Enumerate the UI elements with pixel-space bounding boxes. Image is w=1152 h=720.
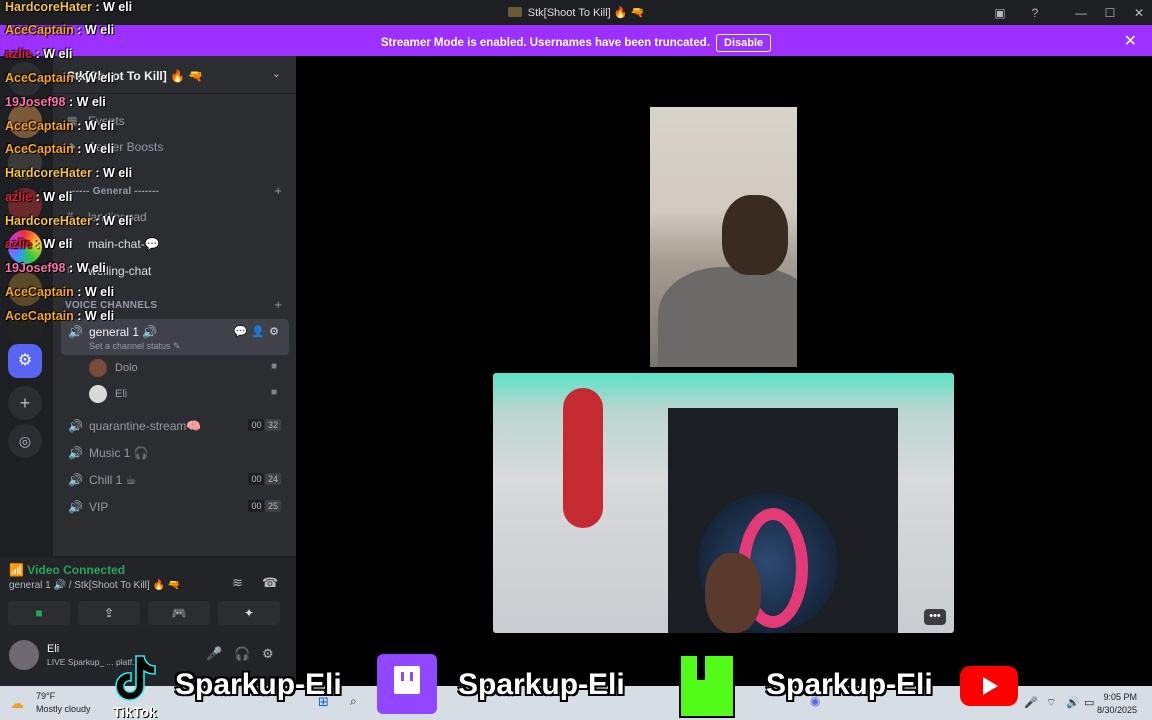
soundboard-button[interactable]: ✦ xyxy=(218,601,280,625)
chat-line: 19Josef98 : W eli xyxy=(5,95,106,109)
banner-close-icon[interactable]: ✕ xyxy=(1124,31,1137,51)
voice-member[interactable]: Dolo ■ xyxy=(89,357,289,379)
minimize-button[interactable]: — xyxy=(1073,5,1089,21)
chat-line: HardcoreHater : W eli xyxy=(5,0,133,14)
banner-message: Streamer Mode is enabled. Usernames have… xyxy=(380,37,710,49)
speaker-icon: 🔊 xyxy=(68,446,83,460)
speaker-icon: 🔊 xyxy=(68,500,83,514)
tiktok-logo-icon xyxy=(115,655,156,701)
signal-icon[interactable]: 📶 xyxy=(9,563,27,577)
noise-suppression-icon[interactable]: ≋ xyxy=(232,575,243,591)
speaker-icon: 🔊 xyxy=(68,325,83,339)
camera-button[interactable]: ■ xyxy=(8,601,70,625)
close-button[interactable]: ✕ xyxy=(1131,5,1147,21)
tiktok-label: TikTok xyxy=(113,704,157,720)
chevron-down-icon: ⌄ xyxy=(271,68,281,80)
title-bar: Stk[Shoot To Kill] 🔥 🔫 ▣ ? — ☐ ✕ xyxy=(0,0,1152,25)
category-general[interactable]: ------- General ------- xyxy=(65,186,159,197)
explore-icon[interactable]: ◎ xyxy=(8,424,42,458)
user-limit-badge: 00 32 xyxy=(248,419,281,431)
voice-channel-chill-1[interactable]: 🔊 Chill 1 ☕ 00 24 xyxy=(61,467,289,493)
video-tile-eli[interactable]: ••• xyxy=(493,373,954,633)
discord-home-icon[interactable]: ⚙ xyxy=(8,344,42,378)
tiktok-handle: Sparkup-Eli xyxy=(175,668,342,701)
speaker-icon: 🔊 xyxy=(68,473,83,487)
add-channel-icon[interactable]: + xyxy=(274,297,282,312)
connected-channel[interactable]: general 1 🔊 / Stk[Shoot To Kill] 🔥 🔫 xyxy=(9,580,180,591)
maximize-button[interactable]: ☐ xyxy=(1102,5,1118,21)
chat-line: AceCaptain : W eli xyxy=(5,309,115,323)
red-plush xyxy=(563,388,603,528)
person-silhouette xyxy=(658,267,797,367)
add-server-icon[interactable]: + xyxy=(8,386,42,420)
voice-channel-vip[interactable]: 🔊 VIP 00 25 xyxy=(61,494,289,520)
connection-status: 📶 Video Connected xyxy=(9,563,126,577)
channel-status[interactable]: Set a channel status ✎ xyxy=(89,341,181,352)
chat-line: AceCaptain : W eli xyxy=(5,71,115,85)
chat-line: azlie : W eli xyxy=(5,237,73,251)
voice-channel-general-1[interactable]: 🔊 general 1 🔊 Set a channel status ✎ 💬👤⚙ xyxy=(61,319,289,355)
youtube-logo-icon xyxy=(960,666,1018,706)
voice-member[interactable]: Eli ■ xyxy=(89,383,289,405)
kick-logo-icon xyxy=(679,654,735,718)
voice-channel-music-1[interactable]: 🔊 Music 1 🎧 xyxy=(61,440,289,466)
disconnect-icon[interactable]: ☎ xyxy=(262,575,278,591)
disable-button[interactable]: Disable xyxy=(716,34,772,52)
chat-line: 19Josef98 : W eli xyxy=(5,261,106,275)
user-limit-badge: 00 25 xyxy=(248,500,281,512)
person-head xyxy=(722,195,788,275)
more-options-icon[interactable]: ••• xyxy=(924,609,946,625)
chat-line: AceCaptain : W eli xyxy=(5,23,115,37)
video-tile-dolo[interactable] xyxy=(650,107,797,367)
chat-line: AceCaptain : W eli xyxy=(5,119,115,133)
chat-line: azlie : W eli xyxy=(5,190,73,204)
activity-button[interactable]: 🎮 xyxy=(148,601,210,625)
social-overlay: TikTok Sparkup-Eli Sparkup-Eli Sparkup-E… xyxy=(0,650,1152,720)
add-channel-icon[interactable]: + xyxy=(274,183,282,198)
window-title: Stk[Shoot To Kill] 🔥 🔫 xyxy=(0,6,1152,19)
chat-line: AceCaptain : W eli xyxy=(5,142,115,156)
avatar xyxy=(89,385,107,403)
chat-line: azlie : W eli xyxy=(5,47,73,61)
help-icon[interactable]: ? xyxy=(1027,5,1043,21)
voice-channel-quarantine-stream[interactable]: 🔊 quarantine-stream🧠 00 32 xyxy=(61,413,289,439)
screenshare-button[interactable]: ⇪ xyxy=(78,601,140,625)
kick-handle: Sparkup-Eli xyxy=(766,668,933,701)
avatar xyxy=(89,359,107,377)
server-icon xyxy=(507,7,522,17)
chat-line: AceCaptain : W eli xyxy=(5,285,115,299)
twitch-logo-icon xyxy=(377,654,437,714)
voice-connection-panel: 📶 Video Connected general 1 🔊 / Stk[Shoo… xyxy=(0,556,296,632)
chat-line: HardcoreHater : W eli xyxy=(5,166,133,180)
streamer-mode-banner: Streamer Mode is enabled. Usernames have… xyxy=(0,25,1152,56)
twitch-handle: Sparkup-Eli xyxy=(458,668,625,701)
user-limit-badge: 00 24 xyxy=(248,473,281,485)
channel-main-chat[interactable]: # main-chat-💬 xyxy=(61,233,289,255)
camera-icon: ■ xyxy=(270,387,277,398)
person-head xyxy=(705,553,761,633)
channel-tools[interactable]: 💬👤⚙ xyxy=(234,325,283,338)
speaker-icon: 🔊 xyxy=(68,419,83,433)
camera-icon: ■ xyxy=(270,361,277,372)
inbox-icon[interactable]: ▣ xyxy=(992,5,1008,21)
chat-line: HardcoreHater : W eli xyxy=(5,214,133,228)
